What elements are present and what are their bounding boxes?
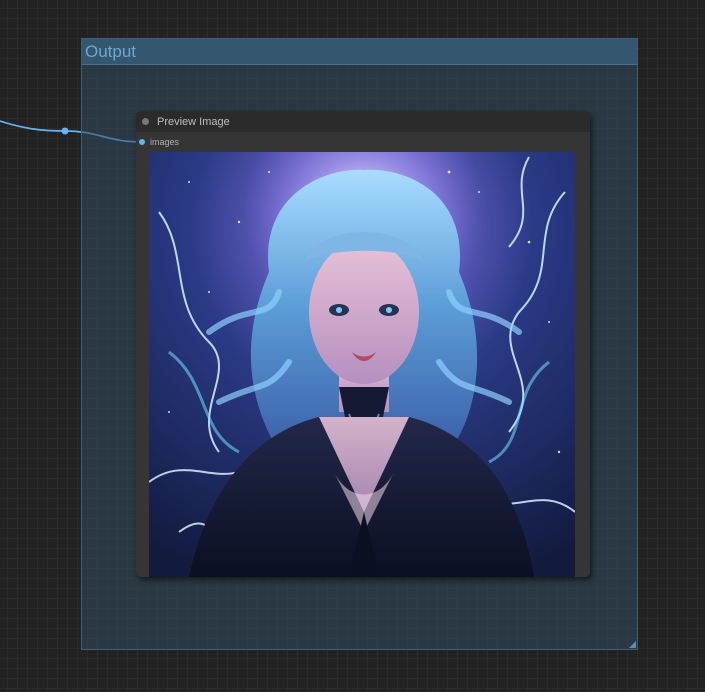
group-resize-handle[interactable] [629, 641, 636, 648]
input-slot-label: images [150, 136, 180, 147]
input-slot-images[interactable]: images [136, 132, 590, 151]
group-title[interactable]: Output [82, 39, 637, 65]
preview-image[interactable] [149, 152, 575, 577]
input-slot-dot[interactable] [139, 138, 145, 145]
node-title: Preview Image [157, 115, 230, 128]
preview-image-artwork [149, 152, 575, 577]
node-collapse-toggle[interactable] [142, 118, 149, 125]
preview-image-node[interactable]: Preview Image images [136, 111, 590, 577]
link-center-handle[interactable] [61, 127, 69, 135]
node-header[interactable]: Preview Image [136, 111, 590, 132]
